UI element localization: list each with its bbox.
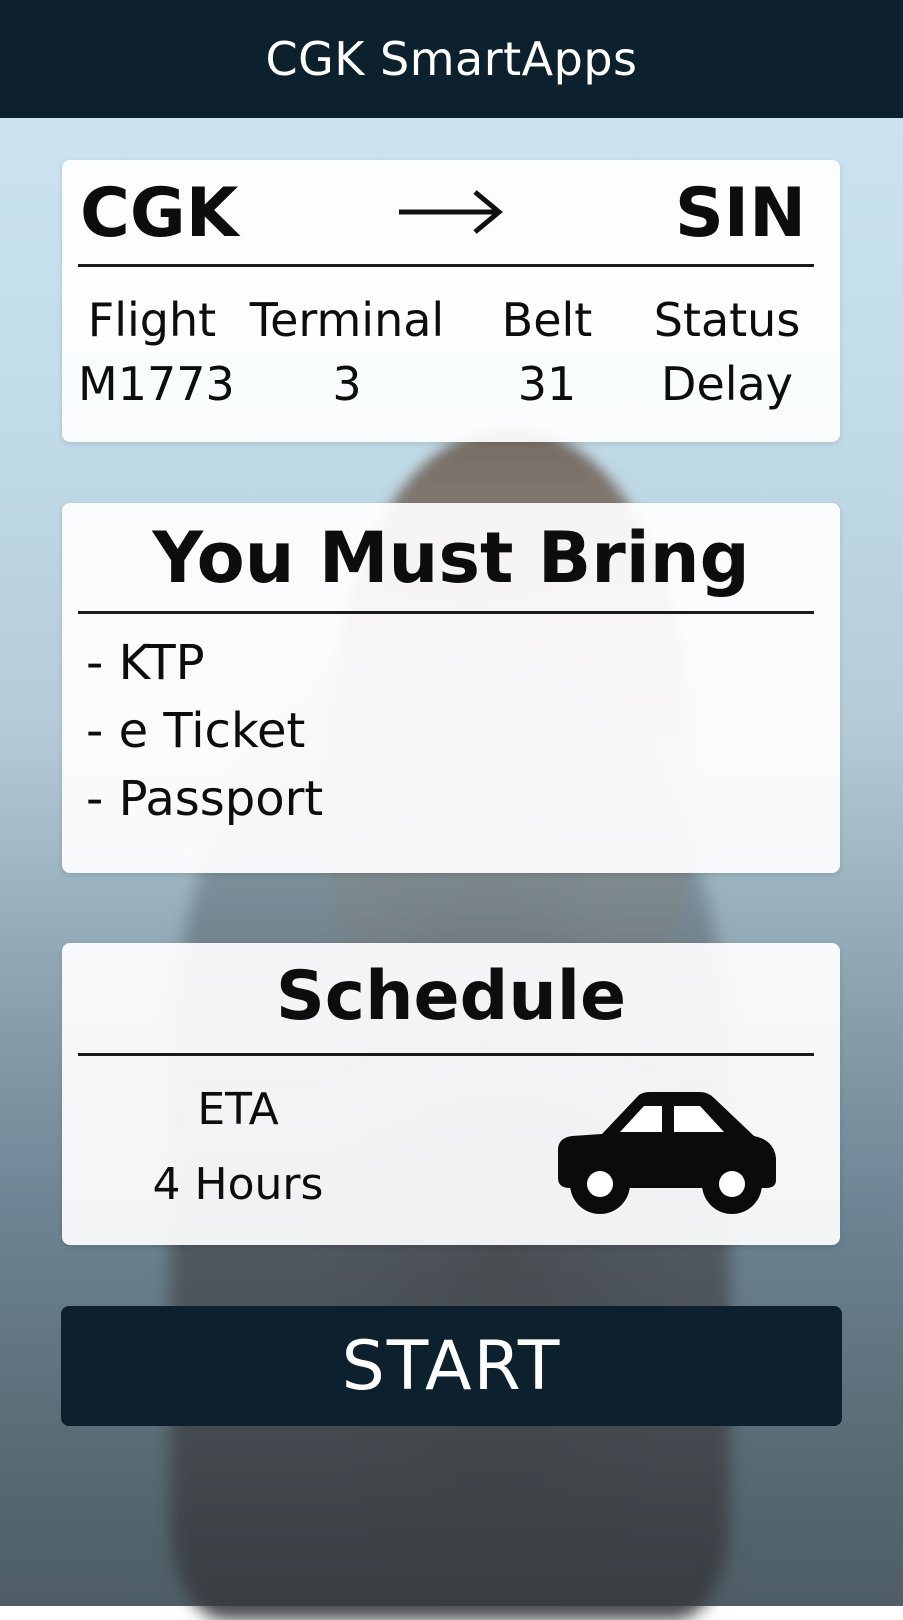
schedule-title: Schedule	[275, 957, 627, 1036]
flight-card: CGK SIN Flight M1773 Terminal 3 Belt 31 …	[62, 160, 840, 442]
belt-column: Belt 31	[477, 288, 617, 416]
app-title: CGK SmartApps	[265, 32, 638, 86]
bring-list: - KTP - e Ticket - Passport	[86, 629, 323, 833]
list-item: - Passport	[86, 771, 324, 827]
status-column: Status Delay	[642, 288, 812, 416]
car-icon	[558, 1092, 776, 1214]
start-button[interactable]: START	[61, 1306, 842, 1426]
flight-column: Flight M1773	[78, 288, 235, 416]
eta-value: 4 Hours	[152, 1159, 324, 1210]
bring-card: You Must Bring - KTP - e Ticket - Passpo…	[62, 503, 840, 873]
app-header: CGK SmartApps	[0, 0, 903, 118]
list-item: - e Ticket	[86, 703, 306, 759]
schedule-card: Schedule ETA 4 Hours	[62, 943, 840, 1245]
bring-title: You Must Bring	[152, 517, 750, 599]
divider	[78, 611, 814, 614]
status-value: Delay	[661, 357, 793, 411]
origin-code: CGK	[80, 174, 239, 253]
list-item: - KTP	[86, 635, 205, 691]
eta-label: ETA	[197, 1084, 279, 1135]
divider	[78, 1053, 814, 1056]
flight-number: M1773	[78, 357, 235, 411]
belt-value: 31	[517, 357, 577, 411]
terminal-label: Terminal	[249, 293, 445, 347]
eta-block: ETA 4 Hours	[118, 1077, 358, 1227]
status-label: Status	[653, 293, 801, 347]
terminal-value: 3	[332, 357, 362, 411]
arrow-right-icon	[399, 190, 503, 234]
belt-label: Belt	[501, 293, 593, 347]
divider	[78, 264, 814, 267]
terminal-column: Terminal 3	[242, 288, 452, 416]
destination-code: SIN	[674, 174, 806, 253]
flight-label: Flight	[87, 293, 217, 347]
